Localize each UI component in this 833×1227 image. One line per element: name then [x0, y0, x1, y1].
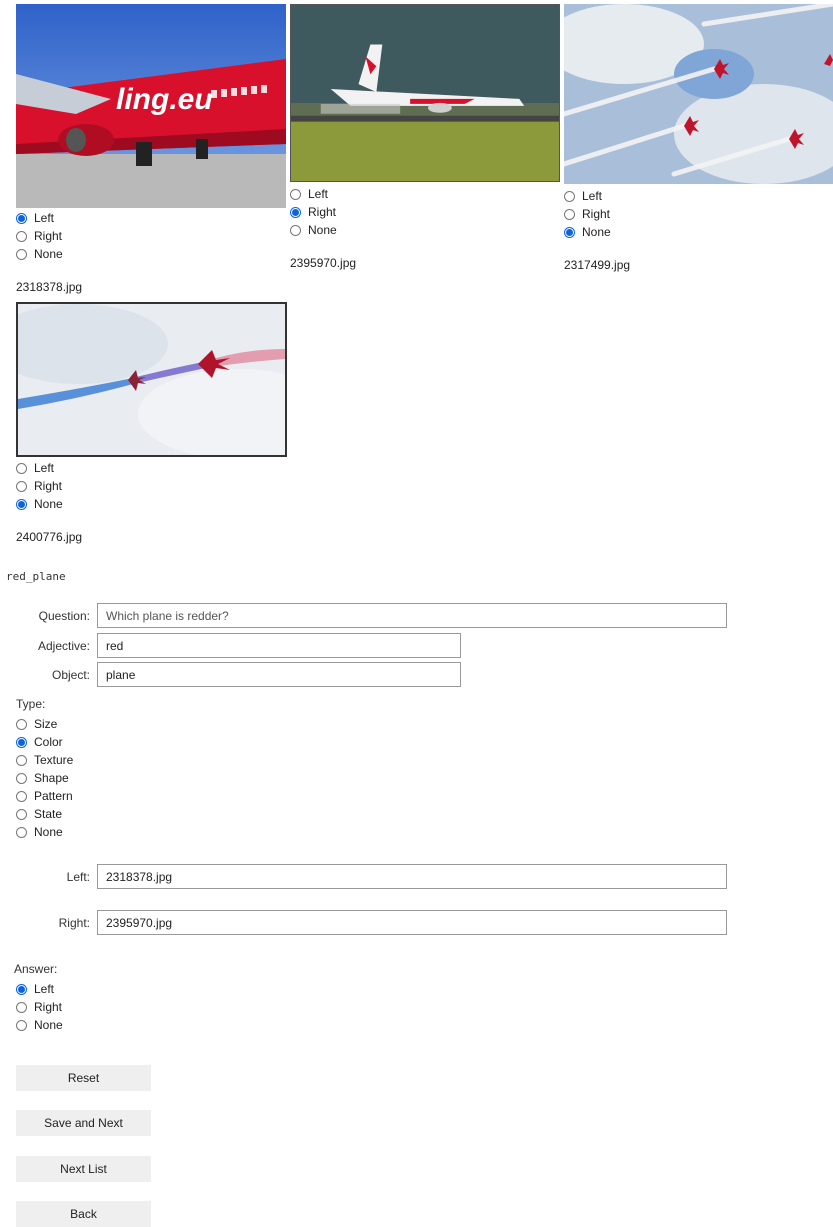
type-option-size[interactable]: Size: [16, 715, 73, 733]
question-label: Question:: [38, 609, 90, 623]
adjective-input[interactable]: [97, 633, 461, 658]
image-4-option-left[interactable]: Left: [16, 459, 63, 477]
image-3-option-right[interactable]: Right: [564, 205, 611, 223]
radio-none[interactable]: [16, 248, 27, 260]
image-1-option-right[interactable]: Right: [16, 227, 63, 245]
right-label: Right:: [58, 916, 90, 930]
image-3-choice-group: Left Right None: [564, 187, 611, 241]
radio-state[interactable]: [16, 808, 27, 820]
save-and-next-button[interactable]: Save and Next: [16, 1110, 151, 1136]
type-option-color[interactable]: Color: [16, 733, 73, 751]
answer-choice-group: Left Right None: [16, 980, 63, 1034]
type-label: Type:: [16, 697, 46, 711]
answer-option-none[interactable]: None: [16, 1016, 63, 1034]
right-input[interactable]: [97, 910, 727, 935]
type-option-none[interactable]: None: [16, 823, 73, 841]
image-2-choice-group: Left Right None: [290, 185, 337, 239]
radio-left[interactable]: [564, 190, 575, 202]
radio-right[interactable]: [16, 230, 27, 242]
image-thumbnail-3[interactable]: [564, 4, 833, 184]
radio-right[interactable]: [16, 480, 27, 492]
radio-texture[interactable]: [16, 754, 27, 766]
radio-none[interactable]: [16, 826, 27, 838]
image-4-filename: 2400776.jpg: [16, 530, 83, 544]
radio-size[interactable]: [16, 718, 27, 730]
image-3-filename: 2317499.jpg: [564, 258, 631, 272]
white-airliner-photo: [291, 5, 559, 181]
object-input[interactable]: [97, 662, 461, 687]
radio-right[interactable]: [16, 1001, 27, 1013]
image-4-option-none[interactable]: None: [16, 495, 63, 513]
image-1-choice-group: Left Right None: [16, 209, 63, 263]
image-2-option-left[interactable]: Left: [290, 185, 337, 203]
type-option-pattern[interactable]: Pattern: [16, 787, 73, 805]
radio-none[interactable]: [16, 498, 27, 510]
radio-left[interactable]: [16, 462, 27, 474]
next-list-button[interactable]: Next List: [16, 1156, 151, 1182]
image-1-filename: 2318378.jpg: [16, 280, 83, 294]
airline-livery-text: ling.eu: [116, 83, 213, 116]
jet-formation-photo: [564, 4, 833, 184]
radio-none[interactable]: [290, 224, 301, 236]
image-2-option-none[interactable]: None: [290, 221, 337, 239]
image-4-choice-group: Left Right None: [16, 459, 63, 513]
image-3-option-left[interactable]: Left: [564, 187, 611, 205]
radio-none[interactable]: [564, 226, 575, 238]
radio-pattern[interactable]: [16, 790, 27, 802]
object-label: Object:: [51, 668, 90, 682]
image-2-option-right[interactable]: Right: [290, 203, 337, 221]
reset-button[interactable]: Reset: [16, 1065, 151, 1091]
radio-shape[interactable]: [16, 772, 27, 784]
image-3-option-none[interactable]: None: [564, 223, 611, 241]
type-option-shape[interactable]: Shape: [16, 769, 73, 787]
red-airliner-photo: ling.eu: [16, 4, 286, 208]
answer-option-left[interactable]: Left: [16, 980, 63, 998]
left-label: Left:: [66, 870, 90, 884]
radio-left[interactable]: [290, 188, 301, 200]
image-4-option-right[interactable]: Right: [16, 477, 63, 495]
radio-right[interactable]: [564, 208, 575, 220]
image-1-option-none[interactable]: None: [16, 245, 63, 263]
type-choice-group: Size Color Texture Shape Pattern State N…: [16, 715, 73, 841]
type-option-texture[interactable]: Texture: [16, 751, 73, 769]
answer-label: Answer:: [14, 962, 58, 976]
image-1-option-left[interactable]: Left: [16, 209, 63, 227]
radio-right[interactable]: [290, 206, 301, 218]
image-thumbnail-1[interactable]: ling.eu: [16, 4, 286, 208]
radio-color[interactable]: [16, 736, 27, 748]
list-name: red_plane: [6, 570, 66, 583]
question-input[interactable]: [97, 603, 727, 628]
back-button[interactable]: Back: [16, 1201, 151, 1227]
jet-smoke-photo: [18, 304, 285, 455]
type-option-state[interactable]: State: [16, 805, 73, 823]
image-2-filename: 2395970.jpg: [290, 256, 357, 270]
radio-left[interactable]: [16, 983, 27, 995]
answer-option-right[interactable]: Right: [16, 998, 63, 1016]
radio-none[interactable]: [16, 1019, 27, 1031]
radio-left[interactable]: [16, 212, 27, 224]
image-thumbnail-2[interactable]: [290, 4, 560, 182]
left-input[interactable]: [97, 864, 727, 889]
image-thumbnail-4[interactable]: [16, 302, 287, 457]
adjective-label: Adjective:: [37, 639, 90, 653]
